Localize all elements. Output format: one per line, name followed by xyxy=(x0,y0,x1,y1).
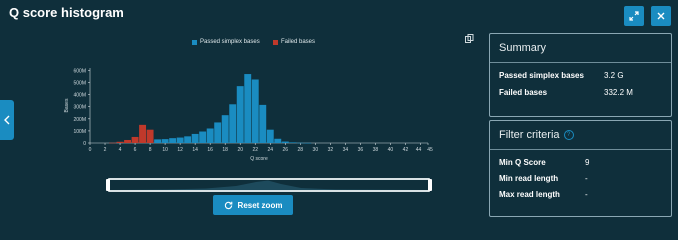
bar-passed xyxy=(229,104,237,143)
x-tick-label: 0 xyxy=(89,147,92,153)
reset-zoom-label: Reset zoom xyxy=(237,200,283,210)
close-icon xyxy=(657,12,665,20)
bar-passed xyxy=(169,138,177,143)
summary-value-passed: 3.2 G xyxy=(604,71,624,80)
bar-passed xyxy=(289,142,297,143)
x-tick-label: 44 xyxy=(416,147,422,153)
bar-failed xyxy=(124,139,132,143)
bar-failed xyxy=(131,136,139,143)
x-tick-label: 10 xyxy=(162,147,168,153)
y-tick-label: 100M xyxy=(73,129,86,135)
x-tick-label: 42 xyxy=(403,147,409,153)
bar-passed xyxy=(199,131,207,143)
summary-panel: Summary Passed simplex bases 3.2 G Faile… xyxy=(489,33,672,117)
y-tick-label: 300M xyxy=(73,105,86,111)
y-tick-label: 600M xyxy=(73,68,86,74)
x-tick-label: 30 xyxy=(313,147,319,153)
x-tick-label: 26 xyxy=(283,147,289,153)
filter-heading-row: Filter criteria? xyxy=(490,121,671,150)
bar-passed xyxy=(266,129,274,143)
bar-passed xyxy=(221,115,229,143)
copy-icon[interactable] xyxy=(465,34,474,43)
histogram-chart: 0100M200M300M400M500M600M0 2 4 6 8 10 12 14 16 18… xyxy=(64,68,433,162)
collapse-panel-button[interactable] xyxy=(0,100,14,140)
bar-passed xyxy=(154,139,162,143)
x-axis-label: Q score xyxy=(250,156,268,162)
x-tick-label: 28 xyxy=(298,147,304,153)
legend-swatch-passed xyxy=(192,39,197,45)
zoom-range-slider[interactable] xyxy=(106,177,432,193)
x-tick-label: 32 xyxy=(328,147,334,153)
legend-swatch-failed xyxy=(273,39,278,45)
x-tick-label: 14 xyxy=(192,147,198,153)
y-tick-label: 200M xyxy=(73,117,86,123)
x-tick-label: 22 xyxy=(252,147,258,153)
x-tick-label: 8 xyxy=(149,147,152,153)
page-title: Q score histogram xyxy=(9,5,124,20)
y-axis-label: Bases xyxy=(64,98,70,112)
summary-label-passed: Passed simplex bases xyxy=(499,71,584,80)
bar-failed xyxy=(109,142,116,144)
x-tick-label: 20 xyxy=(237,147,243,153)
bar-passed xyxy=(304,142,312,144)
summary-label-failed: Failed bases xyxy=(499,88,548,97)
zoom-handle-right[interactable] xyxy=(428,179,432,191)
expand-icon xyxy=(629,11,639,21)
bar-passed xyxy=(259,104,267,143)
filter-heading: Filter criteria xyxy=(499,129,560,141)
filter-value-min-q: 9 xyxy=(585,158,590,167)
bar-passed xyxy=(161,139,169,143)
bar-failed xyxy=(146,129,154,143)
x-tick-label: 40 xyxy=(388,147,394,153)
bar-passed xyxy=(296,142,304,144)
x-tick-label: 6 xyxy=(134,147,137,153)
x-tick-label: 12 xyxy=(177,147,183,153)
bar-passed xyxy=(176,137,184,143)
legend-label-passed: Passed simplex bases xyxy=(200,39,260,45)
legend-failed: Failed bases xyxy=(273,39,315,45)
bar-passed xyxy=(274,138,282,143)
filter-value-max-length: - xyxy=(585,190,588,199)
filter-label-max-length: Max read length xyxy=(499,190,560,199)
x-tick-label: 24 xyxy=(267,147,273,153)
summary-heading: Summary xyxy=(490,34,671,63)
y-tick-label: 400M xyxy=(73,93,86,99)
x-tick-label: 45 xyxy=(427,147,433,153)
bar-passed xyxy=(191,133,199,143)
x-tick-label: 4 xyxy=(119,147,122,153)
x-tick-label: 38 xyxy=(373,147,379,153)
bar-passed xyxy=(281,141,289,143)
y-tick-label: 500M xyxy=(73,81,86,87)
help-icon[interactable]: ? xyxy=(563,130,574,141)
bar-passed xyxy=(251,79,259,143)
bar-passed xyxy=(236,86,244,143)
close-button[interactable] xyxy=(651,6,671,26)
zoom-handle-left[interactable] xyxy=(106,179,110,191)
expand-button[interactable] xyxy=(624,6,644,26)
summary-value-failed: 332.2 M xyxy=(604,88,633,97)
x-tick-label: 18 xyxy=(222,147,228,153)
chevron-left-icon xyxy=(4,115,10,125)
bar-passed xyxy=(184,136,192,143)
refresh-icon xyxy=(224,201,232,209)
bar-passed xyxy=(206,128,214,143)
filter-label-min-length: Min read length xyxy=(499,174,559,183)
legend-label-failed: Failed bases xyxy=(281,39,316,45)
reset-zoom-button[interactable]: Reset zoom xyxy=(213,195,293,215)
x-tick-label: 16 xyxy=(207,147,213,153)
legend-passed: Passed simplex bases xyxy=(192,39,260,45)
bar-failed xyxy=(139,124,147,143)
filter-label-min-q: Min Q Score xyxy=(499,158,546,167)
x-tick-label: 2 xyxy=(104,147,107,153)
bar-failed xyxy=(116,141,124,143)
filter-value-min-length: - xyxy=(585,174,588,183)
x-tick-label: 34 xyxy=(343,147,349,153)
bar-passed xyxy=(214,122,222,143)
x-tick-label: 36 xyxy=(358,147,364,153)
bar-passed xyxy=(244,74,252,143)
y-tick-label: 0 xyxy=(83,141,86,147)
filter-criteria-panel: Filter criteria? Min Q Score 9 Min read … xyxy=(489,120,672,217)
